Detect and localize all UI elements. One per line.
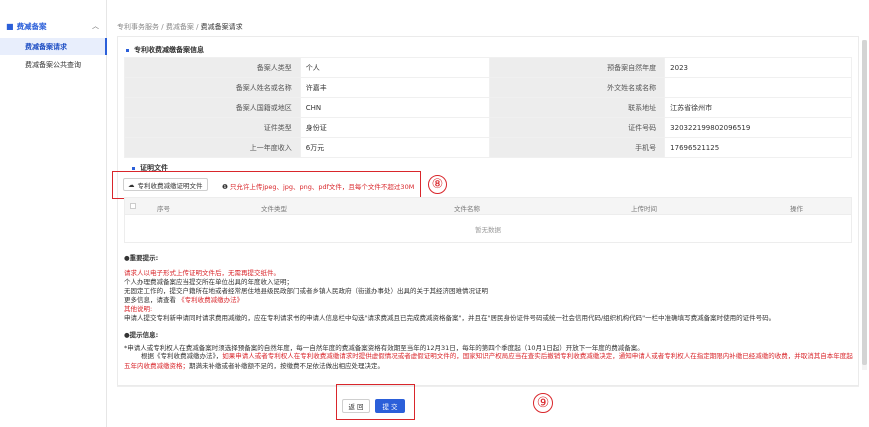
sidebar-group-label: 费减备案: [16, 21, 47, 31]
sidebar-item-public-query[interactable]: 费减备案公共查询: [0, 56, 107, 73]
applicant-info-table: 备案人类型 个人 预备案自然年度 2023 备案人姓名或名称 许嘉丰 外文姓名或…: [124, 57, 852, 158]
scrollbar-thumb[interactable]: [862, 40, 867, 365]
file-table-empty: 暂无数据: [124, 215, 852, 243]
value-phone: 17696521125: [664, 137, 852, 158]
upload-hint: ❶ 只允许上传jpeg、jpg、png、pdf文件，且每个文件不超过30M: [222, 181, 414, 191]
value-applicant-type: 个人: [299, 57, 491, 78]
breadcrumb-item[interactable]: 专利事务服务: [117, 23, 159, 31]
notice-line: 申请人提交专利新申请同时请求费用减缴的，应在专利请求书的申请人信息栏中勾选"请求…: [124, 314, 776, 322]
form-card: 专利收费减缴备案信息 备案人类型 个人 预备案自然年度 2023 备案人姓名或名…: [112, 36, 859, 386]
info-row: 上一年度收入 6万元 手机号 17696521125: [124, 137, 852, 158]
info-row: 备案人类型 个人 预备案自然年度 2023: [124, 57, 852, 78]
value-foreign-name: [664, 77, 852, 98]
column-header: 文件名称: [454, 205, 480, 213]
value-id-type: 身份证: [299, 117, 491, 138]
breadcrumb-current: 费减备案请求: [200, 23, 243, 31]
label-id-number: 证件号码: [489, 117, 666, 138]
value-nationality: CHN: [299, 97, 491, 118]
column-header: 序号: [157, 205, 170, 213]
sidebar-item-label: 费减备案请求: [25, 42, 67, 51]
select-all-checkbox[interactable]: [130, 203, 136, 209]
info-icon: ❶: [222, 183, 228, 191]
label-id-type: 证件类型: [124, 117, 301, 138]
sidebar-group-fee-reduction[interactable]: ■ 费减备案 ︿: [0, 16, 107, 36]
label-nationality: 备案人国籍或地区: [124, 97, 301, 118]
submit-button[interactable]: 提 交: [375, 399, 405, 413]
value-applicant-name: 许嘉丰: [299, 77, 491, 98]
bullet-icon: [126, 48, 129, 52]
value-filing-year: 2023: [664, 57, 852, 78]
sidebar-item-label: 费减备案公共查询: [25, 60, 81, 69]
section-title-text: 专利收费减缴备案信息: [134, 46, 204, 54]
column-header: 文件类型: [261, 205, 287, 213]
footer-bar: [117, 386, 859, 427]
label-phone: 手机号: [489, 137, 666, 158]
column-header: 上传时间: [631, 205, 657, 213]
label-last-year-income: 上一年度收入: [124, 137, 301, 158]
file-table: 序号 文件类型 文件名称 上传时间 操作 暂无数据: [124, 197, 852, 243]
annotation-marker-8: ⑧: [428, 175, 447, 194]
value-address: 江苏省徐州市: [664, 97, 852, 118]
back-button[interactable]: 返 回: [342, 399, 370, 413]
upload-highlight-box: ☁ 专利收费减缴证明文件 ❶ 只允许上传jpeg、jpg、png、pdf文件，且…: [112, 171, 421, 199]
sidebar: ■ 费减备案 ︿ 费减备案请求 费减备案公共查询: [0, 0, 107, 427]
label-applicant-type: 备案人类型: [124, 57, 301, 78]
label-address: 联系地址: [489, 97, 666, 118]
section-title-info: 专利收费减缴备案信息: [126, 45, 204, 55]
value-last-year-income: 6万元: [299, 137, 491, 158]
chevron-up-icon[interactable]: ︿: [92, 21, 99, 31]
label-foreign-name: 外文姓名或名称: [489, 77, 666, 98]
upload-button-label: 专利收费减缴证明文件: [137, 181, 203, 190]
upload-cloud-icon: ☁: [128, 180, 135, 189]
value-id-number: 320322199802096519: [664, 117, 852, 138]
breadcrumb-item[interactable]: 费减备案: [166, 23, 194, 31]
info-row: 备案人国籍或地区 CHN 联系地址 江苏省徐州市: [124, 97, 852, 118]
tip-text: 期满未补缴或者补缴额不足的，按缴费不足依法做出相应处理决定。: [189, 362, 384, 370]
column-header: 操作: [790, 205, 803, 213]
annotation-marker-9: ⑨: [533, 393, 553, 413]
breadcrumb: 专利事务服务 / 费减备案 / 费减备案请求: [117, 23, 243, 31]
upload-certificate-button[interactable]: ☁ 专利收费减缴证明文件: [123, 178, 208, 191]
label-applicant-name: 备案人姓名或名称: [124, 77, 301, 98]
info-row: 证件类型 身份证 证件号码 320322199802096519: [124, 117, 852, 138]
main-content: 专利事务服务 / 费减备案 / 费减备案请求 专利收费减缴备案信息 备案人类型 …: [109, 0, 869, 427]
upload-hint-text: 只允许上传jpeg、jpg、png、pdf文件，且每个文件不超过30M: [229, 183, 415, 191]
fee-reduction-rules-link[interactable]: 《专利收费减缴办法》: [178, 296, 243, 304]
tips-title: ●提示信息:: [124, 331, 159, 339]
tip-text: 根据《专利收费减缴办法》，: [141, 352, 223, 360]
label-filing-year: 预备案自然年度: [489, 57, 666, 78]
tip-line: 根据《专利收费减缴办法》，如果申请人或者专利权人在专利收费减缴请求时提供虚假情况…: [124, 351, 854, 371]
grid-icon: ■: [6, 21, 14, 31]
important-notice-title: ●重要提示:: [124, 254, 159, 262]
bullet-icon: [132, 166, 135, 170]
file-table-header: 序号 文件类型 文件名称 上传时间 操作: [124, 197, 852, 215]
sidebar-item-fee-reduction-request[interactable]: 费减备案请求: [0, 38, 107, 55]
info-row: 备案人姓名或名称 许嘉丰 外文姓名或名称: [124, 77, 852, 98]
